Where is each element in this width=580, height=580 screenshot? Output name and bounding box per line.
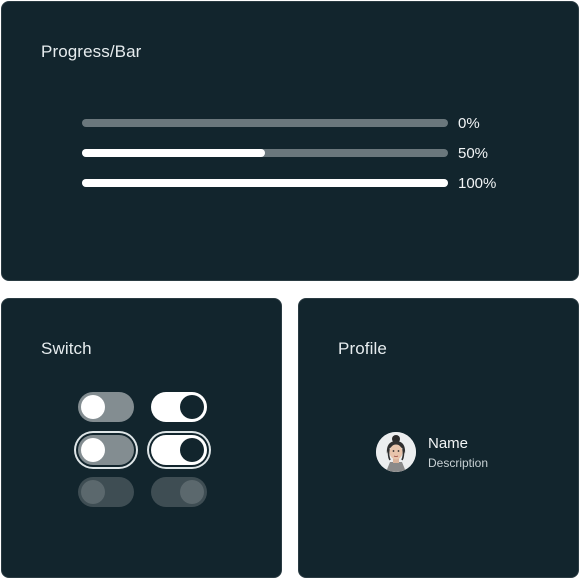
switch-default-off[interactable]: [78, 392, 134, 422]
switch-knob: [81, 438, 105, 462]
progress-label-0: 0%: [458, 115, 480, 132]
switch-knob: [180, 395, 204, 419]
progress-bar-card: Progress/Bar 0% 50% 100%: [1, 1, 579, 281]
progress-card-title: Progress/Bar: [41, 42, 142, 61]
progress-fill: [82, 149, 265, 157]
switch-disabled-on: [151, 477, 207, 507]
progress-bar-0: [82, 119, 448, 127]
switch-knob: [180, 438, 204, 462]
progress-label-50: 50%: [458, 145, 489, 162]
progress-label-100: 100%: [458, 175, 497, 192]
switch-knob: [81, 480, 105, 504]
progress-bar-100: [82, 179, 448, 187]
profile-description: Description: [428, 456, 489, 470]
profile-name: Name: [428, 435, 469, 452]
switch-card-title: Switch: [41, 339, 92, 358]
profile-card-title: Profile: [338, 339, 387, 358]
switch-knob: [180, 480, 204, 504]
switch-knob: [81, 395, 105, 419]
progress-fill: [82, 179, 448, 187]
switch-focused-off[interactable]: [78, 435, 134, 465]
person-avatar-icon: [376, 432, 416, 472]
switch-default-on[interactable]: [151, 392, 207, 422]
switch-card: Switch: [1, 298, 282, 578]
profile-card: Profile Name Description: [298, 298, 579, 578]
switch-focused-on[interactable]: [151, 435, 207, 465]
progress-bar-50: [82, 149, 448, 157]
switch-disabled-off: [78, 477, 134, 507]
